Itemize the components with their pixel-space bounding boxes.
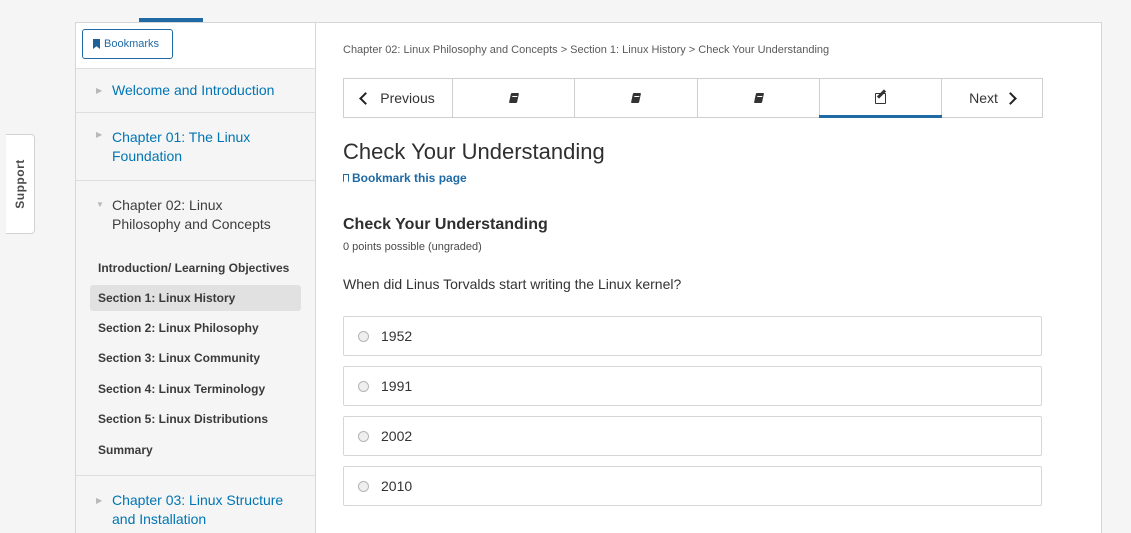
- sidebar-section-title: Welcome and Introduction: [112, 82, 275, 98]
- bookmark-link-label: Bookmark this page: [352, 171, 467, 185]
- sequence-tab-text-2[interactable]: [575, 79, 698, 117]
- bookmarks-button[interactable]: Bookmarks: [82, 29, 173, 59]
- breadcrumb: Chapter 02: Linux Philosophy and Concept…: [343, 44, 830, 56]
- sidebar-section-chapter-03[interactable]: ▶ Chapter 03: Linux Structure and Instal…: [76, 475, 315, 533]
- main-content: Chapter 02: Linux Philosophy and Concept…: [316, 23, 1101, 533]
- collapsed-triangle-icon: ▶: [96, 130, 103, 139]
- sidebar-item-introduction[interactable]: Introduction/ Learning Objectives: [90, 255, 301, 281]
- sidebar-item-section-2[interactable]: Section 2: Linux Philosophy: [90, 315, 301, 341]
- sidebar-section-welcome[interactable]: ▶ Welcome and Introduction: [76, 68, 315, 113]
- radio-button[interactable]: [358, 380, 369, 392]
- book-icon: [753, 93, 764, 103]
- collapsed-triangle-icon: ▶: [96, 86, 103, 95]
- next-label: Next: [969, 90, 998, 106]
- previous-label: Previous: [380, 90, 435, 106]
- sidebar-item-section-3[interactable]: Section 3: Linux Community: [90, 345, 301, 371]
- chevron-right-icon: [1004, 91, 1017, 105]
- answer-choice[interactable]: 2002: [343, 416, 1042, 456]
- answer-choice[interactable]: 1991: [343, 366, 1042, 406]
- sidebar-section-title: Chapter 02: Linux Philosophy and Concept…: [112, 197, 271, 232]
- previous-button[interactable]: Previous: [344, 79, 453, 117]
- sequence-tab-text-3[interactable]: [698, 79, 820, 117]
- sequence-tab-problem[interactable]: [819, 79, 942, 118]
- book-icon: [630, 93, 642, 103]
- edit-icon: [875, 92, 886, 104]
- sidebar-section-chapter-01[interactable]: ▶ Chapter 01: The Linux Foundation: [76, 112, 315, 181]
- support-label: Support: [13, 159, 27, 209]
- sequence-tab-text-1[interactable]: [453, 79, 575, 117]
- sidebar-item-section-4[interactable]: Section 4: Linux Terminology: [90, 376, 301, 402]
- problem-title: Check Your Understanding: [343, 216, 548, 233]
- choice-label: 2002: [381, 428, 413, 444]
- book-icon: [508, 93, 519, 103]
- bookmark-page-link[interactable]: Bookmark this page: [343, 171, 467, 185]
- sidebar-section-title: Chapter 03: Linux Structure and Installa…: [112, 492, 284, 527]
- radio-button[interactable]: [358, 330, 369, 342]
- sidebar-item-section-5[interactable]: Section 5: Linux Distributions: [90, 406, 301, 432]
- expanded-triangle-icon: ▼: [96, 200, 104, 209]
- problem-points: 0 points possible (ungraded): [343, 241, 482, 253]
- course-outline-sidebar: Bookmarks ▶ Welcome and Introduction ▶ C…: [76, 23, 316, 533]
- support-tab[interactable]: Support: [6, 134, 35, 234]
- collapsed-triangle-icon: ▶: [96, 496, 103, 505]
- chevron-left-icon: [359, 91, 373, 105]
- bookmark-icon: [93, 39, 100, 49]
- sidebar-item-summary[interactable]: Summary: [90, 437, 301, 463]
- radio-button[interactable]: [358, 430, 369, 442]
- page-title: Check Your Understanding: [343, 139, 605, 164]
- sequence-navigation: Previous Next: [343, 78, 1043, 118]
- radio-button[interactable]: [358, 480, 369, 492]
- choice-label: 1991: [381, 378, 413, 394]
- sidebar-section-title: Chapter 01: The Linux Foundation: [112, 129, 251, 164]
- problem-question: When did Linus Torvalds start writing th…: [343, 276, 682, 292]
- course-container: Bookmarks ▶ Welcome and Introduction ▶ C…: [75, 22, 1102, 533]
- answer-choice[interactable]: 1952: [343, 316, 1042, 356]
- sidebar-item-section-1[interactable]: Section 1: Linux History: [90, 285, 301, 311]
- choice-label: 2010: [381, 478, 413, 494]
- bookmark-outline-icon: [343, 174, 349, 182]
- choice-label: 1952: [381, 328, 413, 344]
- answer-choice[interactable]: 2010: [343, 466, 1042, 506]
- next-button[interactable]: Next: [942, 79, 1042, 117]
- bookmarks-label: Bookmarks: [104, 38, 160, 50]
